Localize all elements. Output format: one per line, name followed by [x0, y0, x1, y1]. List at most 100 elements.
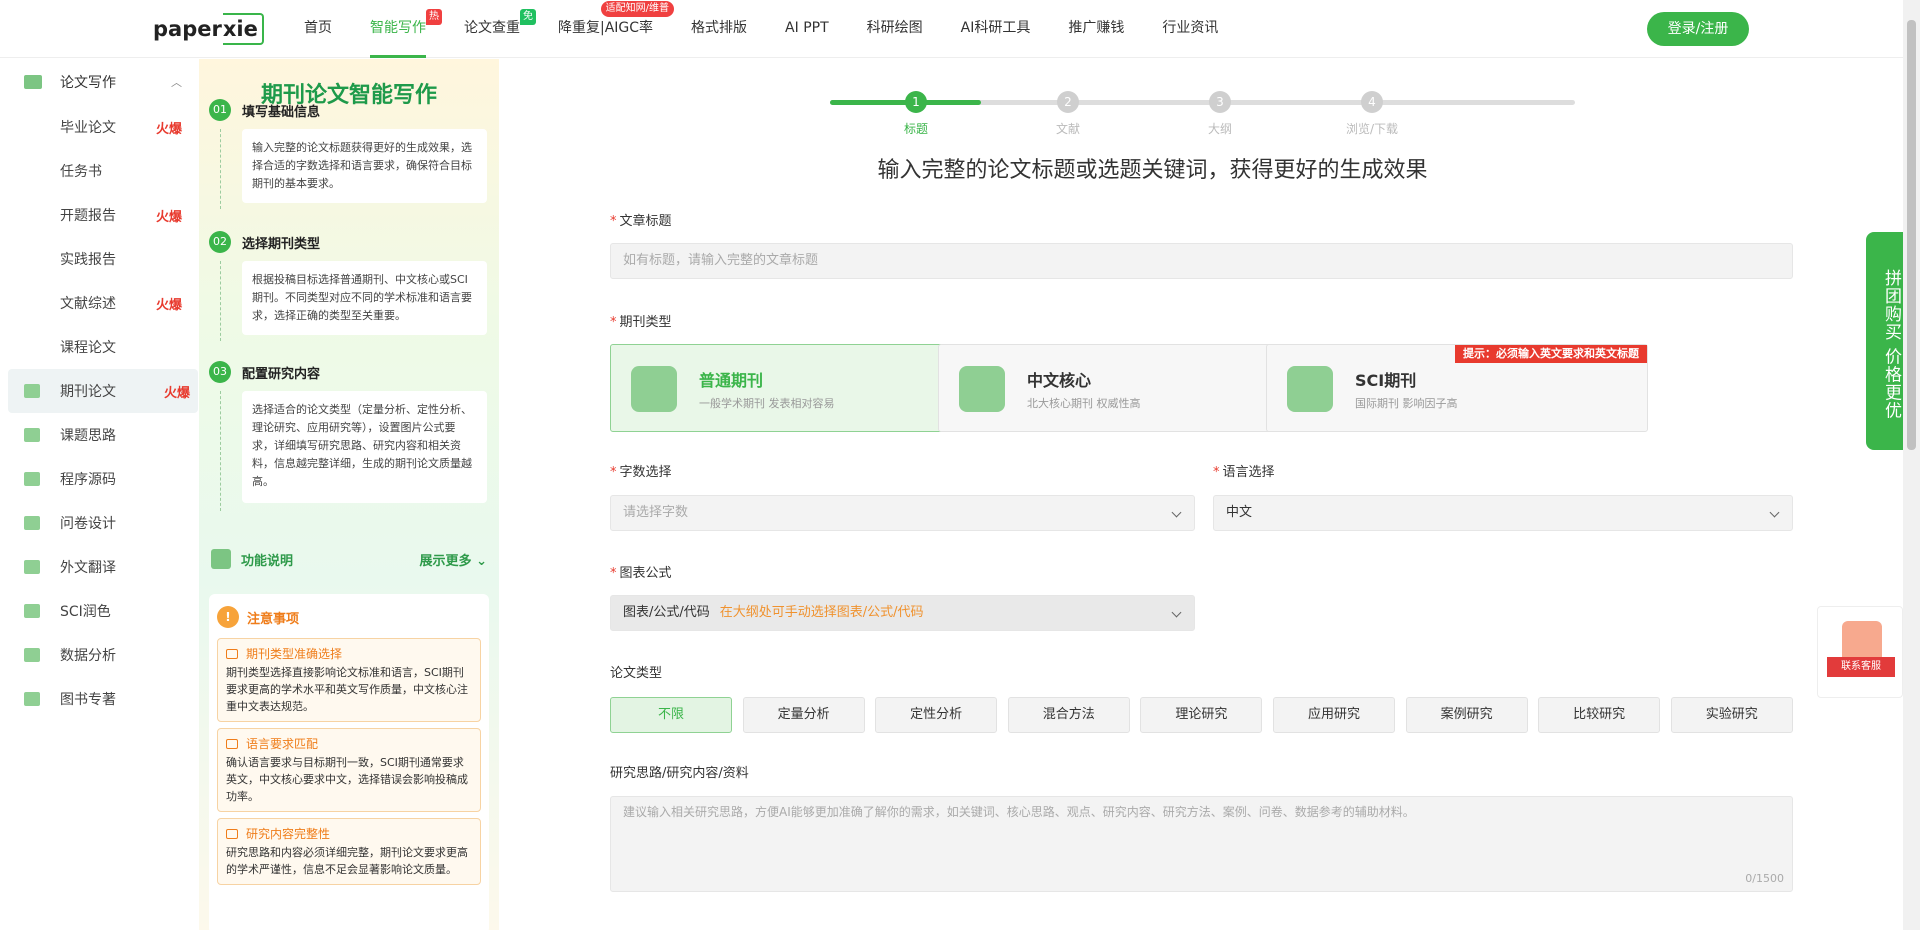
page-scrollbar[interactable]	[1903, 0, 1920, 930]
journal-card-2[interactable]: SCI期刊 国际期刊 影响因子高 提示：必须输入英文要求和英文标题	[1266, 344, 1648, 432]
sidebar-item-6[interactable]: 数据分析	[0, 633, 198, 677]
nav-item-3[interactable]: 降重复|AIGC率 适配知网/维普	[539, 0, 675, 58]
nav-item-4[interactable]: 格式排版	[672, 0, 766, 58]
nav-item-label: 科研绘图	[866, 20, 923, 36]
step-dot-2: 2	[1057, 91, 1079, 113]
form-heading: 输入完整的论文标题或选题关键词，获得更好的生成效果	[500, 152, 1903, 184]
sidebar-group-label: 论文写作	[60, 75, 116, 91]
nav-item-2[interactable]: 论文查重免	[445, 0, 539, 58]
sidebar-subitem-2[interactable]: 开题报告 火爆	[0, 193, 198, 237]
step-number: 03	[209, 361, 231, 383]
alert-icon: !	[217, 606, 239, 628]
nav-item-9[interactable]: 行业资讯	[1143, 0, 1237, 58]
sidebar-group-paper-writing[interactable]: 论文写作 ︿	[0, 59, 198, 105]
sidebar-item-5[interactable]: SCI润色	[0, 589, 198, 633]
nav-item-6[interactable]: 科研绘图	[848, 0, 942, 58]
nav-item-7[interactable]: AI科研工具	[942, 0, 1050, 58]
sidebar-subitem-3[interactable]: 实践报告	[0, 237, 198, 281]
edit-icon	[24, 75, 42, 89]
sidebar-item-2[interactable]: 程序源码	[0, 457, 198, 501]
notice-title: 注意事项	[247, 611, 300, 627]
journal-tip-badge: 提示：必须输入英文要求和英文标题	[1455, 345, 1647, 363]
main-form: 1 标题 2 文献 3 大纲 4 浏览/下载 输入完整的论文标题或选题关键词，获得更好的生成效…	[500, 59, 1903, 930]
word-count-label: * 字数选择	[610, 461, 672, 480]
paper-type-option-4[interactable]: 理论研究	[1140, 697, 1263, 733]
customer-service-button[interactable]: 联系客服	[1817, 606, 1903, 698]
paper-type-option-0[interactable]: 不限	[610, 697, 732, 733]
step-description: 输入完整的论文标题获得更好的生成效果，选择合适的字数选择和语言要求，确保符合目标…	[242, 129, 487, 203]
paper-type-option-5[interactable]: 应用研究	[1273, 697, 1395, 733]
required-mark: *	[610, 566, 617, 581]
chart-formula-select[interactable]: 图表/公式/代码 在大纲处可手动选择图表/公式/代码	[610, 595, 1195, 631]
journal-card-1[interactable]: 中文核心 北大核心期刊 权威性高	[938, 344, 1320, 432]
step-connector	[220, 391, 221, 511]
nav-badge: 免	[520, 9, 536, 25]
logo[interactable]: paper xie	[153, 10, 264, 48]
notice-card-title-text: 语言要求匹配	[246, 737, 319, 751]
sidebar-subitem-label: 实践报告	[60, 252, 116, 268]
sidebar-item-4[interactable]: 外文翻译	[0, 545, 198, 589]
language-select[interactable]: 中文	[1213, 495, 1793, 531]
article-title-input[interactable]: 如有标题，请输入完整的文章标题	[610, 243, 1793, 279]
nav-item-label: 智能写作	[370, 20, 426, 36]
required-mark: *	[1213, 465, 1220, 480]
word-count-label-text: 字数选择	[619, 465, 672, 480]
paper-type-option-6[interactable]: 案例研究	[1405, 697, 1528, 733]
paper-type-option-7[interactable]: 比较研究	[1538, 697, 1661, 733]
nav-item-8[interactable]: 推广赚钱	[1049, 0, 1143, 58]
chevron-up-icon[interactable]: ︿	[171, 74, 182, 90]
feature-description-row: 功能说明 展示更多 ⌄	[211, 548, 487, 570]
nav-item-label: 推广赚钱	[1068, 20, 1125, 36]
graduation-cap-icon	[226, 828, 238, 839]
language-label: * 语言选择	[1213, 461, 1275, 480]
required-mark: *	[610, 465, 617, 480]
paper-type-label: 论文类型	[610, 666, 663, 681]
language-label-text: 语言选择	[1222, 465, 1275, 480]
notice-header: ! 注意事项	[217, 604, 481, 630]
hot-badge: 火爆	[164, 385, 191, 401]
book-icon	[226, 648, 238, 659]
show-more-link[interactable]: 展示更多 ⌄	[420, 550, 487, 569]
notice-card-title-text: 研究内容完整性	[246, 827, 331, 841]
paper-type-option-2[interactable]: 定性分析	[875, 697, 998, 733]
sidebar-item-3[interactable]: 问卷设计	[0, 501, 198, 545]
sidebar-subitem-1[interactable]: 任务书	[0, 149, 198, 193]
scrollbar-thumb[interactable]	[1907, 20, 1916, 450]
sidebar-item-0[interactable]: 期刊论文 火爆	[8, 369, 198, 413]
paper-type-option-3[interactable]: 混合方法	[1007, 697, 1130, 733]
sidebar-subitem-0[interactable]: 毕业论文 火爆	[0, 105, 198, 149]
word-count-placeholder: 请选择字数	[623, 505, 689, 520]
notice-card-title: 期刊类型准确选择	[226, 645, 472, 662]
step-dot-1: 1	[905, 91, 927, 113]
notice-card-title: 语言要求匹配	[226, 735, 472, 752]
code-icon	[24, 472, 40, 486]
nav-item-0[interactable]: 首页	[285, 0, 351, 58]
journal-name: 中文核心	[1027, 371, 1092, 390]
sidebar-item-7[interactable]: 图书专著	[0, 677, 198, 721]
nav-item-1[interactable]: 智能写作热	[351, 0, 445, 58]
journal-card-0[interactable]: 普通期刊 一般学术期刊 发表相对容易	[610, 344, 992, 432]
notice-card: 研究内容完整性 研究思路和内容必须详细完整，期刊论文要求更高的学术严谨性，信息不…	[217, 818, 481, 885]
sidebar-item-label: 数据分析	[60, 648, 116, 664]
journal-type-label-text: 期刊类型	[619, 315, 672, 330]
nav-item-label: 论文查重	[464, 20, 520, 36]
notice-card-text: 期刊类型选择直接影响论文标准和语言，SCI期刊要求更高的学术水平和英文写作质量，…	[226, 666, 468, 713]
step-label-3: 大纲	[1207, 122, 1232, 136]
sidebar-subitem-4[interactable]: 文献综述 火爆	[0, 281, 198, 325]
word-count-select[interactable]: 请选择字数	[610, 495, 1195, 531]
sidebar-subitem-5[interactable]: 课程论文	[0, 325, 198, 369]
login-register-button[interactable]: 登录/注册	[1647, 12, 1749, 46]
journal-subtitle: 一般学术期刊 发表相对容易	[699, 397, 835, 410]
research-content-textarea[interactable]: 建议输入相关研究思路，方便AI能够更加准确了解你的需求，如关键词、核心思路、观点…	[610, 796, 1793, 892]
paper-type-option-1[interactable]: 定量分析	[742, 697, 865, 733]
notice-card-text: 确认语言要求与目标期刊一致，SCI期刊通常要求英文，中文核心要求中文，选择错误会…	[226, 756, 468, 803]
paper-type-option-8[interactable]: 实验研究	[1670, 697, 1793, 733]
nav-item-5[interactable]: AI PPT	[766, 0, 848, 58]
title-label: * 文章标题	[610, 210, 672, 229]
sidebar-item-label: 问卷设计	[60, 516, 116, 532]
sidebar-item-1[interactable]: 课题思路	[0, 413, 198, 457]
step-title: 选择期刊类型	[242, 237, 321, 252]
form-heading-text: 输入完整的论文标题或选题关键词，获得更好的生成效果	[877, 158, 1428, 183]
group-buy-button[interactable]: 拼团购买 价格更优	[1866, 232, 1903, 450]
step-dot-4: 4	[1361, 91, 1383, 113]
